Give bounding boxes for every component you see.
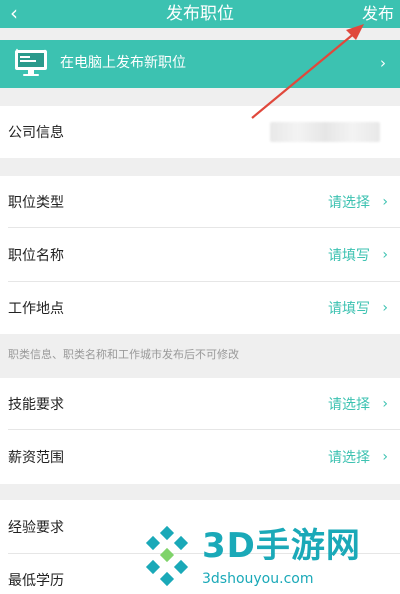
publish-button[interactable]: 发布 [362,2,394,26]
education-label: 最低学历 [8,573,64,589]
job-name-label: 职位名称 [8,248,64,264]
work-location-value: 请填写 [328,301,370,317]
chevron-right-icon: › [382,449,388,465]
skill-requirement-label: 技能要求 [8,397,64,413]
publish-on-pc-banner[interactable]: 在电脑上发布新职位 › [0,40,400,88]
monitor-icon [15,48,47,76]
job-type-label: 职位类型 [8,195,64,211]
chevron-right-icon: › [382,300,388,316]
job-type-row[interactable]: 职位类型 请选择 › [0,176,400,228]
salary-range-value: 请选择 [328,450,370,466]
job-type-value: 请选择 [328,195,370,211]
chevron-right-icon: › [382,194,388,210]
work-location-label: 工作地点 [8,301,64,317]
notice-text: 职类信息、职类名称和工作城市发布后不可修改 [8,348,239,361]
banner-text: 在电脑上发布新职位 [60,55,186,71]
company-info-row[interactable]: 公司信息 [0,106,400,158]
chevron-right-icon: › [380,54,386,72]
salary-range-label: 薪资范围 [8,450,64,466]
skill-requirement-value: 请选择 [328,397,370,413]
top-bar: ‹ 发布职位 发布 [0,0,400,28]
experience-label: 经验要求 [8,520,64,536]
job-name-value: 请填写 [328,248,370,264]
job-name-row[interactable]: 职位名称 请填写 › [0,228,400,282]
page-title: 发布职位 [166,4,234,24]
watermark-url: 3dshouyou.com [202,571,314,587]
work-location-row[interactable]: 工作地点 请填写 › [0,282,400,334]
salary-range-row[interactable]: 薪资范围 请选择 › [0,430,400,484]
skill-requirement-row[interactable]: 技能要求 请选择 › [0,378,400,430]
company-info-label: 公司信息 [8,125,64,141]
chevron-right-icon: › [382,247,388,263]
chevron-right-icon: › [382,396,388,412]
company-name-blurred [270,122,380,142]
watermark-title: 3D手游网 [202,526,361,566]
